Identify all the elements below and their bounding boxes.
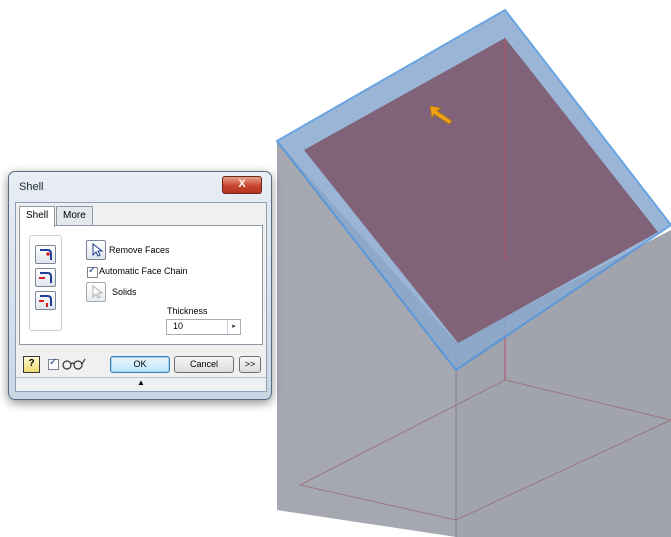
expand-arrow-icon: ▲ [137, 378, 145, 387]
outside-direction-button[interactable] [35, 268, 56, 287]
dialog-title: Shell [19, 181, 44, 193]
remove-faces-label: Remove Faces [109, 245, 170, 255]
ok-button[interactable]: OK [110, 356, 170, 373]
direction-group [29, 235, 62, 331]
close-button[interactable]: X [222, 176, 262, 194]
tab-shell[interactable]: Shell [19, 206, 56, 227]
both-directions-button[interactable] [35, 291, 56, 310]
dialog-button-bar: ? OK Cancel >> ▲ [16, 347, 266, 388]
automatic-face-chain-checkbox[interactable] [87, 265, 98, 278]
thickness-value: 10 [173, 321, 184, 331]
preview-checkbox[interactable] [48, 357, 59, 370]
select-arrow-icon [92, 242, 104, 257]
automatic-face-chain-label: Automatic Face Chain [99, 266, 188, 276]
more-options-button[interactable]: >> [239, 356, 261, 373]
both-directions-icon [39, 295, 52, 307]
dialog-client: Shell More Remove Faces ✓ Automatic Face… [15, 202, 267, 392]
solids-label: Solids [112, 287, 137, 297]
outside-direction-icon [39, 272, 52, 283]
solids-select-button[interactable] [86, 282, 106, 302]
tab-more[interactable]: More [56, 206, 93, 225]
glasses-icon [62, 358, 86, 370]
shell-tab-panel: Remove Faces Automatic Face Chain Solids… [19, 225, 263, 345]
inside-direction-button[interactable] [35, 245, 56, 264]
inside-direction-icon [40, 249, 52, 260]
remove-faces-select-button[interactable] [86, 240, 106, 260]
help-button[interactable]: ? [23, 356, 40, 373]
shell-dialog: Shell X Shell More Remove Faces ✓ Automa… [8, 171, 272, 400]
thickness-label: Thickness [167, 306, 208, 316]
cancel-button[interactable]: Cancel [174, 356, 234, 373]
thickness-field[interactable]: 10 ▸ [166, 319, 241, 335]
select-arrow-icon [92, 284, 104, 299]
dialog-titlebar[interactable]: Shell X [9, 172, 271, 198]
expand-grip[interactable]: ▲ [16, 377, 266, 388]
chevron-right-icon[interactable]: ▸ [227, 320, 240, 334]
